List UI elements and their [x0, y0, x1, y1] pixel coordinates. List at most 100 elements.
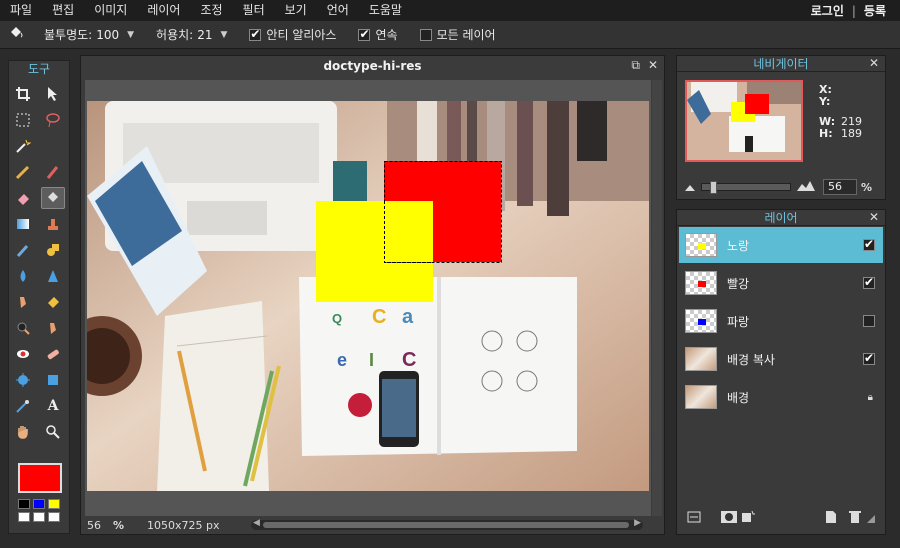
clone-stamp-icon[interactable] — [41, 213, 65, 235]
trash-icon[interactable] — [849, 510, 861, 528]
zoom-slider-knob[interactable] — [710, 181, 717, 194]
zoom-slider[interactable] — [701, 181, 791, 194]
zoom-out-icon[interactable] — [685, 180, 695, 194]
swatch-white[interactable] — [33, 512, 45, 522]
svg-text:I: I — [369, 350, 374, 370]
layer-row-yellow[interactable]: 노랑 — [679, 227, 883, 263]
antialias-checkbox[interactable] — [249, 27, 262, 41]
brush-tool-icon[interactable] — [41, 161, 65, 183]
all-layers-option[interactable]: 모든 레이어 — [419, 26, 496, 43]
zoom-tool-icon[interactable] — [41, 421, 65, 443]
chevron-down-icon[interactable]: ▼ — [221, 30, 228, 40]
crop-tool-icon[interactable] — [11, 83, 35, 105]
color-picker-icon[interactable] — [11, 395, 35, 417]
lasso-tool-icon[interactable] — [41, 109, 65, 131]
menu-filter[interactable]: 필터 — [233, 0, 275, 21]
scroll-thumb[interactable] — [263, 522, 629, 528]
layer-row-red[interactable]: 빨강 — [679, 265, 883, 301]
menu-edit[interactable]: 편집 — [42, 0, 84, 21]
scroll-right-icon[interactable]: ▶ — [634, 518, 641, 528]
gradient-tool-icon[interactable] — [11, 213, 35, 235]
spot-heal-icon[interactable] — [41, 343, 65, 365]
h-label: H: — [819, 127, 833, 140]
menu-file[interactable]: 파일 — [0, 0, 42, 21]
swatch-blue[interactable] — [33, 499, 45, 509]
close-icon[interactable]: ✕ — [869, 210, 879, 224]
navigator-thumbnail[interactable] — [685, 80, 803, 162]
opacity-value[interactable]: 100 — [96, 28, 119, 42]
burn-tool-icon[interactable] — [11, 317, 35, 339]
layer-tools — [677, 510, 885, 528]
layer-mask-icon[interactable] — [721, 511, 737, 527]
shape-tool-icon[interactable] — [41, 239, 65, 261]
tolerance-value[interactable]: 21 — [197, 28, 212, 42]
menu-view[interactable]: 보기 — [275, 0, 317, 21]
color-replace-icon[interactable] — [11, 239, 35, 261]
opacity-control[interactable]: 불투명도: 100 ▼ — [44, 26, 134, 43]
register-link[interactable]: 등록 — [864, 2, 886, 19]
layer-visibility-checkbox[interactable] — [863, 315, 875, 327]
canvas-image[interactable]: Q C a e I C — [87, 101, 649, 491]
smudge-tool-icon[interactable] — [11, 291, 35, 313]
swatch-yellow[interactable] — [48, 499, 60, 509]
swatch-white[interactable] — [18, 512, 30, 522]
magic-wand-icon[interactable] — [11, 135, 35, 157]
layer-style-icon[interactable] — [741, 510, 755, 528]
swatch-black[interactable] — [18, 499, 30, 509]
chevron-down-icon[interactable]: ▼ — [127, 30, 134, 40]
zoom-value[interactable]: 56 — [87, 519, 107, 532]
tolerance-control[interactable]: 허용치: 21 ▼ — [156, 26, 227, 43]
eraser-tool-icon[interactable] — [11, 187, 35, 209]
layer-visibility-checkbox[interactable] — [863, 237, 875, 251]
menu-image[interactable]: 이미지 — [84, 0, 137, 21]
login-link[interactable]: 로그인 — [811, 2, 844, 19]
move-tool-icon[interactable] — [41, 83, 65, 105]
all-layers-checkbox[interactable] — [419, 28, 432, 41]
layer-row-background-copy[interactable]: 배경 복사 — [679, 341, 883, 377]
dodge-tool-icon[interactable] — [41, 317, 65, 339]
menu-help[interactable]: 도움말 — [359, 0, 412, 21]
svg-text:Q: Q — [332, 311, 342, 326]
zoom-in-icon[interactable] — [797, 180, 815, 194]
red-eye-tool-icon[interactable] — [11, 343, 35, 365]
resize-grip-icon[interactable] — [867, 512, 875, 527]
marquee-tool-icon[interactable] — [11, 109, 35, 131]
new-layer-icon[interactable] — [825, 510, 837, 528]
scroll-left-icon[interactable]: ◀ — [253, 518, 260, 528]
layer-thumbnail — [685, 385, 717, 409]
antialias-label: 안티 알리아스 — [266, 28, 337, 42]
layer-settings-icon[interactable] — [687, 511, 701, 527]
blur-tool-icon[interactable] — [11, 265, 35, 287]
zoom-input[interactable]: 56 — [823, 179, 857, 195]
pinch-tool-icon[interactable] — [41, 369, 65, 391]
layer-visibility-checkbox[interactable] — [863, 351, 875, 365]
color-swatches — [18, 499, 60, 522]
contiguous-checkbox[interactable] — [358, 27, 371, 41]
menu-adjust[interactable]: 조정 — [190, 0, 232, 21]
bloat-tool-icon[interactable] — [11, 369, 35, 391]
restore-window-icon[interactable]: ⧉ — [631, 58, 640, 73]
pencil-tool-icon[interactable] — [11, 161, 35, 183]
menu-layer[interactable]: 레이어 — [137, 0, 190, 21]
horizontal-scrollbar[interactable]: ◀ ▶ — [251, 518, 643, 530]
close-icon[interactable]: ✕ — [869, 56, 879, 70]
lock-icon: 🔒︎ — [867, 391, 873, 403]
canvas-area[interactable]: Q C a e I C — [85, 80, 651, 516]
opacity-label: 불투명도: — [44, 28, 93, 42]
text-tool-icon[interactable]: A — [41, 395, 65, 417]
contiguous-option[interactable]: 연속 — [358, 26, 398, 43]
antialias-option[interactable]: 안티 알리아스 — [249, 26, 336, 43]
primary-color-swatch[interactable] — [18, 463, 62, 493]
layer-row-blue[interactable]: 파랑 — [679, 303, 883, 339]
sponge-tool-icon[interactable] — [41, 291, 65, 313]
vertical-scrollbar[interactable] — [652, 80, 662, 516]
layer-row-background[interactable]: 배경 🔒︎ — [679, 379, 883, 415]
hand-tool-icon[interactable] — [11, 421, 35, 443]
close-icon[interactable]: ✕ — [648, 58, 658, 73]
sharpen-tool-icon[interactable] — [41, 265, 65, 287]
menu-language[interactable]: 언어 — [317, 0, 359, 21]
layer-name: 빨강 — [727, 276, 750, 291]
paint-bucket-tool-icon[interactable] — [41, 187, 65, 209]
swatch-white[interactable] — [48, 512, 60, 522]
layer-visibility-checkbox[interactable] — [863, 275, 875, 289]
